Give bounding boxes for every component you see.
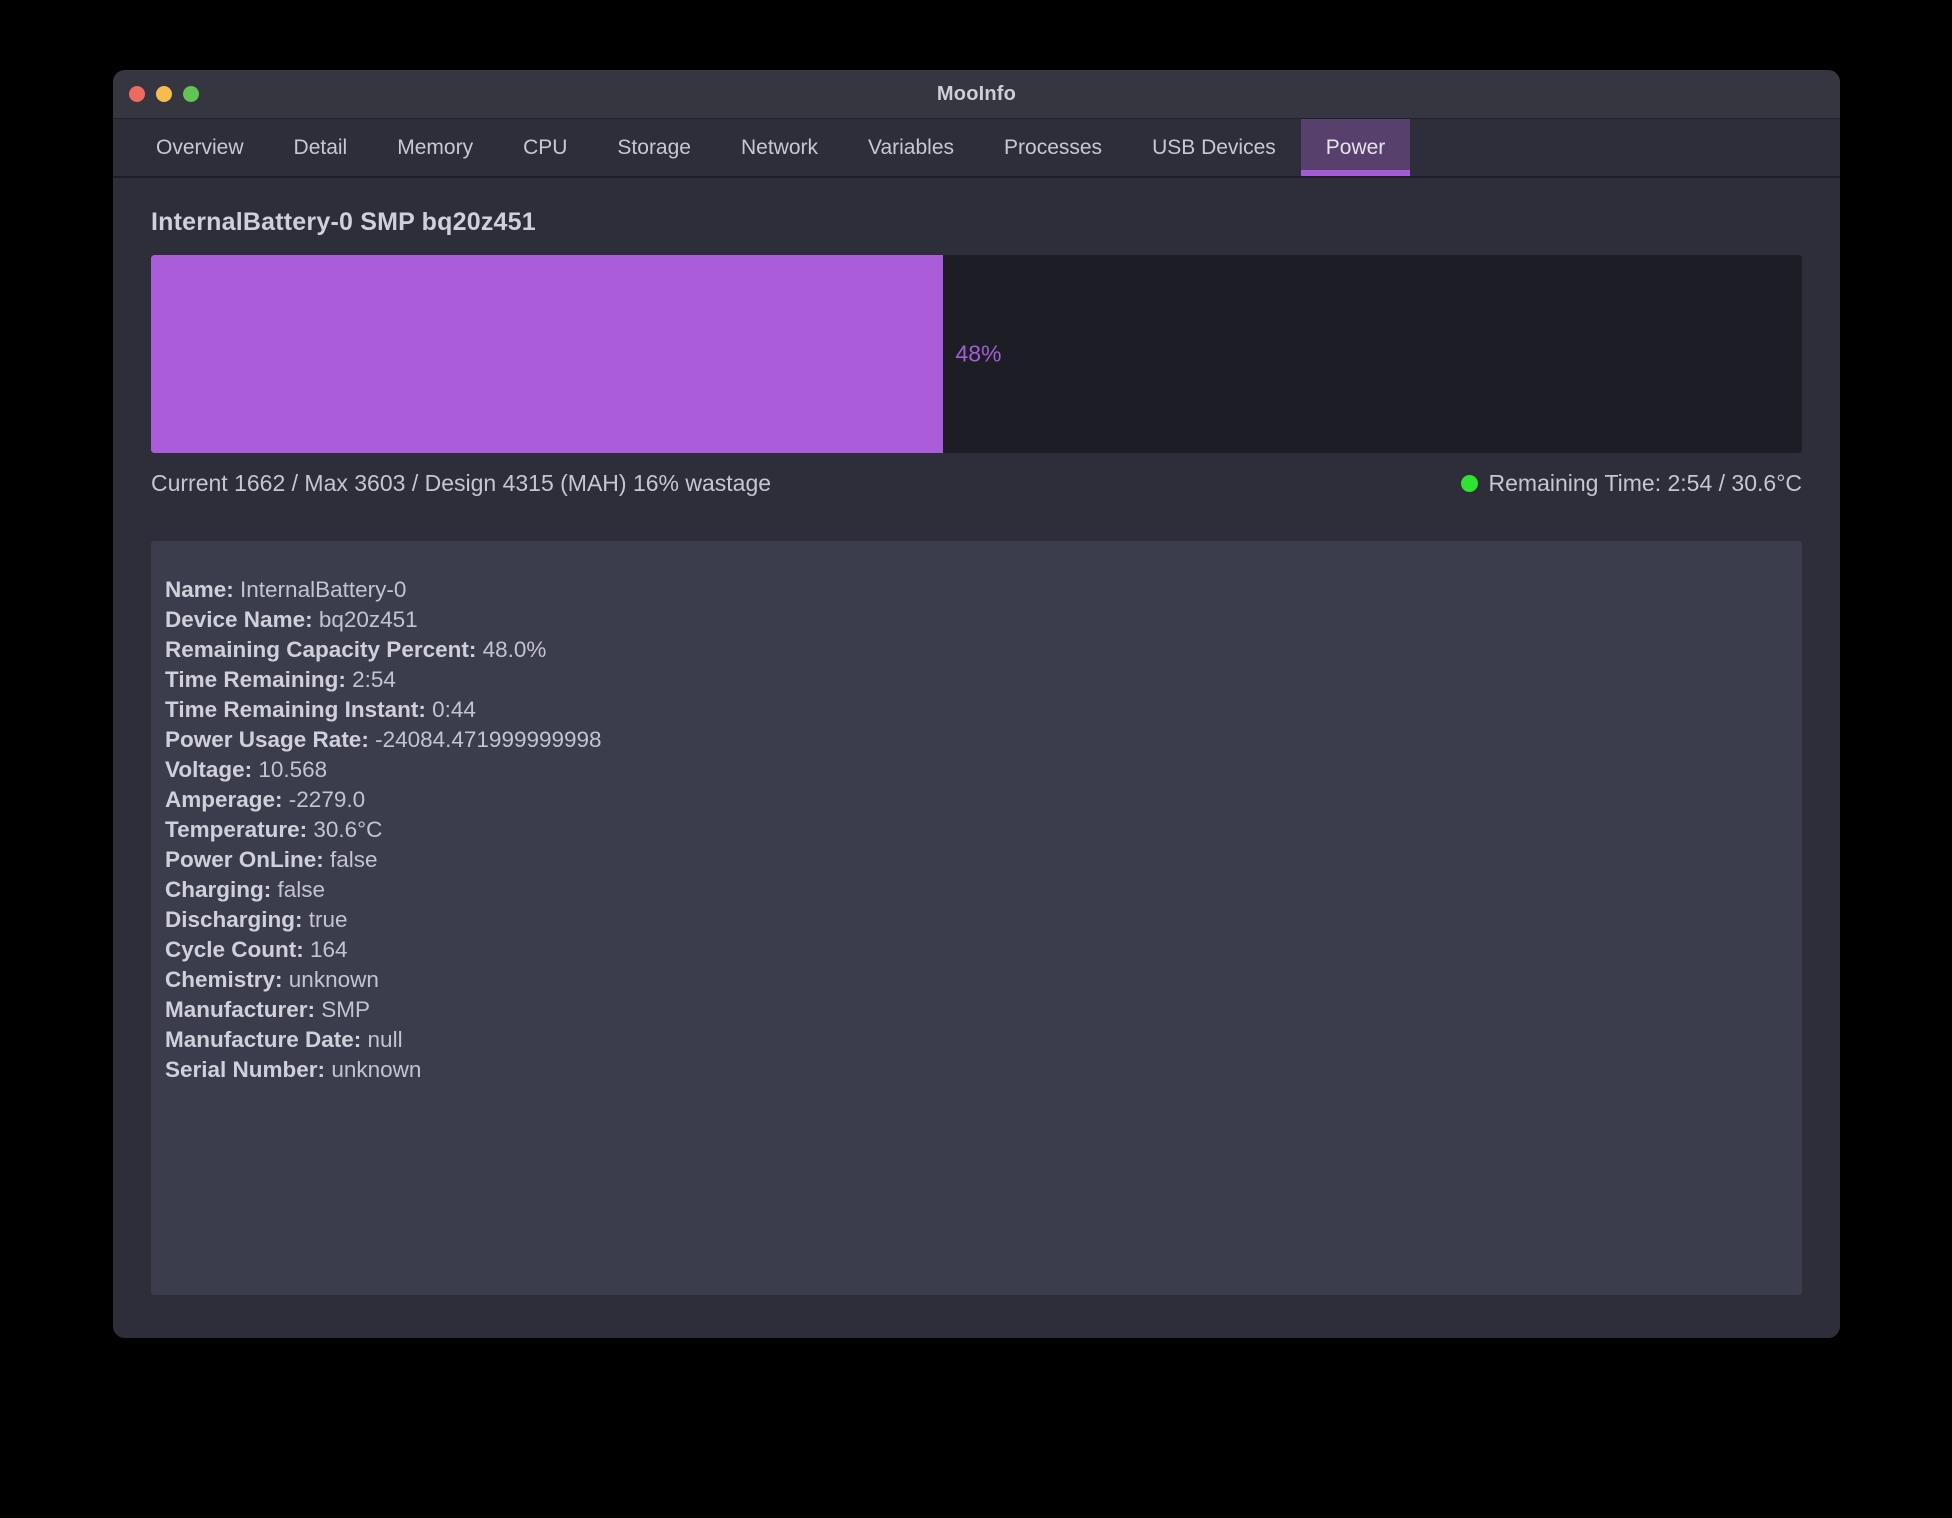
tab-usb-devices[interactable]: USB Devices (1127, 119, 1301, 176)
detail-label: Manufacturer: (165, 997, 315, 1022)
detail-row: Manufacturer: SMP (165, 995, 1788, 1025)
tab-processes[interactable]: Processes (979, 119, 1127, 176)
detail-row: Amperage: -2279.0 (165, 785, 1788, 815)
detail-value: false (271, 877, 325, 902)
detail-value: unknown (283, 967, 379, 992)
detail-label: Charging: (165, 877, 271, 902)
window-title: MooInfo (113, 83, 1840, 106)
power-panel: InternalBattery-0 SMP bq20z451 48% Curre… (113, 178, 1840, 1338)
mooinfo-window: MooInfo Overview Detail Memory CPU Stora… (113, 70, 1840, 1338)
detail-row: Power OnLine: false (165, 845, 1788, 875)
detail-label: Amperage: (165, 787, 283, 812)
detail-row: Chemistry: unknown (165, 965, 1788, 995)
battery-status-line: Current 1662 / Max 3603 / Design 4315 (M… (151, 453, 1802, 497)
detail-value: 10.568 (252, 757, 327, 782)
detail-value: null (361, 1027, 402, 1052)
detail-row: Voltage: 10.568 (165, 755, 1788, 785)
detail-row: Name: InternalBattery-0 (165, 575, 1788, 605)
detail-value: unknown (325, 1057, 421, 1082)
window-controls (129, 86, 199, 102)
detail-label: Power Usage Rate: (165, 727, 369, 752)
detail-row: Remaining Capacity Percent: 48.0% (165, 635, 1788, 665)
tab-storage[interactable]: Storage (592, 119, 716, 176)
detail-label: Voltage: (165, 757, 252, 782)
detail-row: Discharging: true (165, 905, 1788, 935)
tab-power[interactable]: Power (1301, 119, 1411, 176)
tab-memory[interactable]: Memory (372, 119, 498, 176)
detail-label: Discharging: (165, 907, 303, 932)
tab-bar: Overview Detail Memory CPU Storage Netwo… (113, 119, 1840, 178)
detail-value: 2:54 (346, 667, 396, 692)
tab-overview[interactable]: Overview (131, 119, 269, 176)
detail-label: Serial Number: (165, 1057, 325, 1082)
detail-label: Time Remaining: (165, 667, 346, 692)
battery-details-panel: Name: InternalBattery-0Device Name: bq20… (151, 541, 1802, 1295)
detail-label: Temperature: (165, 817, 307, 842)
window-titlebar: MooInfo (113, 70, 1840, 119)
battery-charge-bar: 48% (151, 255, 1802, 453)
detail-label: Remaining Capacity Percent: (165, 637, 476, 662)
detail-value: 30.6°C (307, 817, 382, 842)
detail-row: Temperature: 30.6°C (165, 815, 1788, 845)
minimize-window-icon[interactable] (156, 86, 172, 102)
detail-row: Device Name: bq20z451 (165, 605, 1788, 635)
detail-row: Cycle Count: 164 (165, 935, 1788, 965)
detail-row: Power Usage Rate: -24084.471999999998 (165, 725, 1788, 755)
detail-value: -2279.0 (283, 787, 366, 812)
tab-cpu[interactable]: CPU (498, 119, 592, 176)
tab-detail[interactable]: Detail (269, 119, 373, 176)
battery-remaining-status: Remaining Time: 2:54 / 30.6°C (1461, 470, 1802, 497)
detail-value: false (324, 847, 378, 872)
tab-variables[interactable]: Variables (843, 119, 979, 176)
battery-status-text: Remaining Time: 2:54 / 30.6°C (1489, 470, 1802, 497)
battery-percent-label: 48% (955, 341, 1001, 368)
detail-label: Chemistry: (165, 967, 283, 992)
detail-value: -24084.471999999998 (369, 727, 602, 752)
close-window-icon[interactable] (129, 86, 145, 102)
detail-label: Cycle Count: (165, 937, 304, 962)
detail-value: 164 (304, 937, 348, 962)
detail-row: Time Remaining Instant: 0:44 (165, 695, 1788, 725)
detail-row: Manufacture Date: null (165, 1025, 1788, 1055)
detail-row: Time Remaining: 2:54 (165, 665, 1788, 695)
detail-label: Name: (165, 577, 234, 602)
detail-value: 48.0% (476, 637, 546, 662)
detail-value: true (303, 907, 348, 932)
battery-heading: InternalBattery-0 SMP bq20z451 (151, 178, 1802, 255)
detail-value: bq20z451 (313, 607, 418, 632)
maximize-window-icon[interactable] (183, 86, 199, 102)
detail-label: Device Name: (165, 607, 313, 632)
detail-label: Power OnLine: (165, 847, 324, 872)
detail-row: Charging: false (165, 875, 1788, 905)
detail-label: Time Remaining Instant: (165, 697, 426, 722)
desktop-background: MooInfo Overview Detail Memory CPU Stora… (0, 0, 1952, 1518)
detail-value: InternalBattery-0 (234, 577, 407, 602)
detail-label: Manufacture Date: (165, 1027, 361, 1052)
tab-network[interactable]: Network (716, 119, 843, 176)
battery-capacity-summary: Current 1662 / Max 3603 / Design 4315 (M… (151, 470, 771, 497)
battery-charge-fill (151, 255, 943, 453)
detail-row: Serial Number: unknown (165, 1055, 1788, 1085)
status-indicator-icon (1461, 475, 1478, 492)
detail-value: 0:44 (426, 697, 476, 722)
detail-value: SMP (315, 997, 370, 1022)
